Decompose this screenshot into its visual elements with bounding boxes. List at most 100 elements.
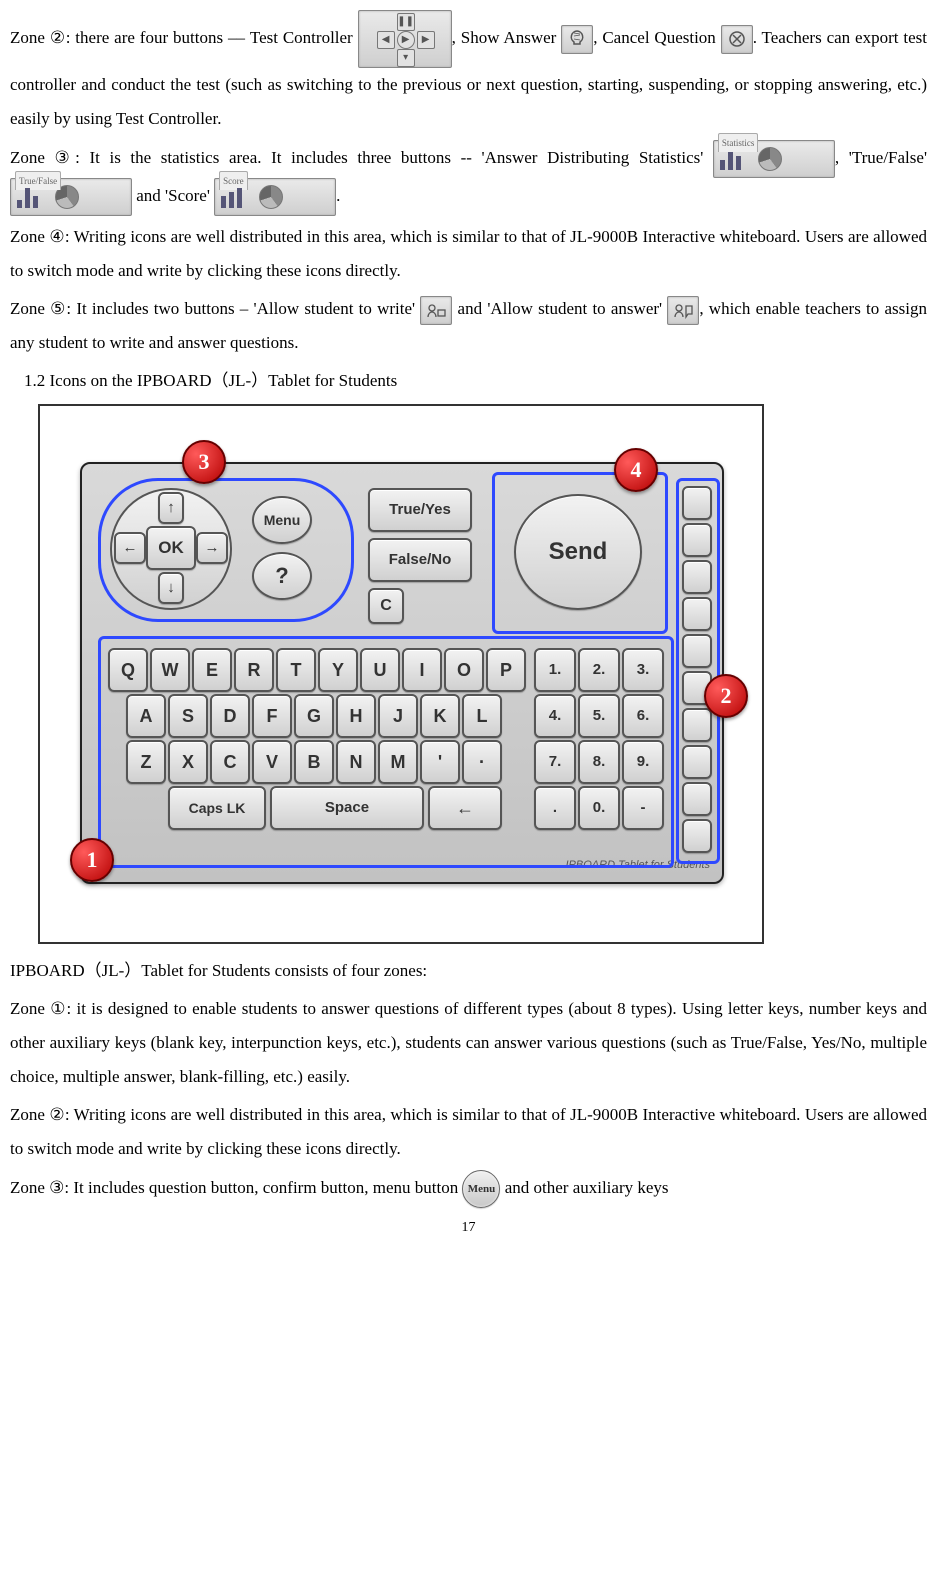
zone-badge-2: 2 [704, 674, 748, 718]
clear-button[interactable]: C [368, 588, 404, 624]
key-d[interactable]: D [210, 694, 250, 738]
cancel-question-icon [721, 25, 753, 54]
key-c[interactable]: C [210, 740, 250, 784]
numkey-4[interactable]: 5. [578, 694, 620, 738]
colon: : [75, 148, 89, 167]
numkey-11[interactable]: - [622, 786, 664, 830]
zone-badge-3: 3 [182, 440, 226, 484]
test-controller-icon: ❚❚ ▶ ◀ ▶ ▾ [358, 10, 452, 68]
side-icon-8[interactable] [682, 782, 712, 816]
numkey-6[interactable]: 7. [534, 740, 576, 784]
side-icon-4[interactable] [682, 634, 712, 668]
key-q[interactable]: Q [108, 648, 148, 692]
allow-write-icon [420, 296, 452, 325]
numkey-9[interactable]: . [534, 786, 576, 830]
side-icon-0[interactable] [682, 486, 712, 520]
key-r[interactable]: R [234, 648, 274, 692]
menu-button[interactable]: Menu [252, 496, 312, 544]
numkey-2[interactable]: 3. [622, 648, 664, 692]
numkey-1[interactable]: 2. [578, 648, 620, 692]
text: Zone ③ [10, 148, 75, 167]
text: , Show Answer [452, 28, 562, 47]
answer-statistics-icon: Statistics [713, 140, 835, 178]
text: . [336, 186, 340, 205]
true-yes-button[interactable]: True/Yes [368, 488, 472, 532]
side-icon-9[interactable] [682, 819, 712, 853]
key-apos[interactable]: ' [420, 740, 460, 784]
key-n[interactable]: N [336, 740, 376, 784]
numkey-5[interactable]: 6. [622, 694, 664, 738]
key-j[interactable]: J [378, 694, 418, 738]
ok-button[interactable]: OK [146, 526, 196, 570]
text: , Cancel Question [593, 28, 721, 47]
zone-badge-4: 4 [614, 448, 658, 492]
key-v[interactable]: V [252, 740, 292, 784]
key-m[interactable]: M [378, 740, 418, 784]
menu-icon: Menu [462, 1170, 500, 1208]
side-icon-2[interactable] [682, 560, 712, 594]
allow-answer-icon [667, 296, 699, 325]
student-zone2-paragraph: Zone ②: Writing icons are well distribut… [10, 1098, 927, 1166]
dash: –– [223, 28, 250, 47]
key-f[interactable]: F [252, 694, 292, 738]
numkey-8[interactable]: 9. [622, 740, 664, 784]
key-i[interactable]: I [402, 648, 442, 692]
side-icon-6[interactable] [682, 708, 712, 742]
caps-lock-key[interactable]: Caps LK [168, 786, 266, 830]
key-t[interactable]: T [276, 648, 316, 692]
key-b[interactable]: B [294, 740, 334, 784]
zone4-paragraph: Zone ④: Writing icons are well distribut… [10, 220, 927, 288]
tablet-diagram: OK ↑ ↓ ← → Menu ? True/Yes False/No C Se… [38, 404, 764, 944]
student-zone1-paragraph: Zone ①: it is designed to enable student… [10, 992, 927, 1094]
send-button[interactable]: Send [514, 494, 642, 610]
text: and other auxiliary keys [505, 1178, 669, 1197]
side-icon-3[interactable] [682, 597, 712, 631]
key-l[interactable]: L [462, 694, 502, 738]
space-key[interactable]: Space [270, 786, 424, 830]
key-e[interactable]: E [192, 648, 232, 692]
zone5-paragraph: Zone ⑤: It includes two buttons – 'Allow… [10, 292, 927, 360]
backspace-key[interactable]: ← [428, 786, 502, 830]
side-icon-7[interactable] [682, 745, 712, 779]
tablet-body: OK ↑ ↓ ← → Menu ? True/Yes False/No C Se… [80, 462, 724, 884]
key-o[interactable]: O [444, 648, 484, 692]
text: Test Controller [250, 28, 358, 47]
zone3-paragraph: Zone ③: It is the statistics area. It in… [10, 140, 927, 216]
tablet-caption: IPBOARD Tablet for Students [566, 854, 711, 876]
key-g[interactable]: G [294, 694, 334, 738]
key-y[interactable]: Y [318, 648, 358, 692]
key-w[interactable]: W [150, 648, 190, 692]
key-h[interactable]: H [336, 694, 376, 738]
zone-badge-1: 1 [70, 838, 114, 882]
score-icon: Score [214, 178, 336, 216]
key-a[interactable]: A [126, 694, 166, 738]
false-no-button[interactable]: False/No [368, 538, 472, 582]
question-button[interactable]: ? [252, 552, 312, 600]
numkey-10[interactable]: 0. [578, 786, 620, 830]
dpad-left[interactable]: ← [114, 532, 146, 564]
key-k[interactable]: K [420, 694, 460, 738]
text: Zone ⑤: It includes two buttons – 'Allow… [10, 299, 415, 318]
section-heading: 1.2 Icons on the IPBOARD（JL-）Tablet for … [10, 364, 927, 398]
numkey-3[interactable]: 4. [534, 694, 576, 738]
key-p[interactable]: P [486, 648, 526, 692]
dpad-down[interactable]: ↓ [158, 572, 184, 604]
key-x[interactable]: X [168, 740, 208, 784]
intro-paragraph: IPBOARD（JL-）Tablet for Students consists… [10, 954, 927, 988]
text: and 'Score' [132, 186, 214, 205]
numkey-0[interactable]: 1. [534, 648, 576, 692]
key-z[interactable]: Z [126, 740, 166, 784]
key-u[interactable]: U [360, 648, 400, 692]
side-icon-1[interactable] [682, 523, 712, 557]
true-false-icon: True/False [10, 178, 132, 216]
dpad-right[interactable]: → [196, 532, 228, 564]
page-number: 17 [10, 1214, 927, 1242]
dpad-up[interactable]: ↑ [158, 492, 184, 524]
key-s[interactable]: S [168, 694, 208, 738]
text: and 'Allow student to answer' [452, 299, 662, 318]
text: Zone ②: there are four buttons [10, 28, 223, 47]
key-dot[interactable]: · [462, 740, 502, 784]
text: Zone ③: It includes question button, con… [10, 1178, 462, 1197]
numkey-7[interactable]: 8. [578, 740, 620, 784]
text: It is the statistics area. It includes t… [89, 148, 712, 167]
